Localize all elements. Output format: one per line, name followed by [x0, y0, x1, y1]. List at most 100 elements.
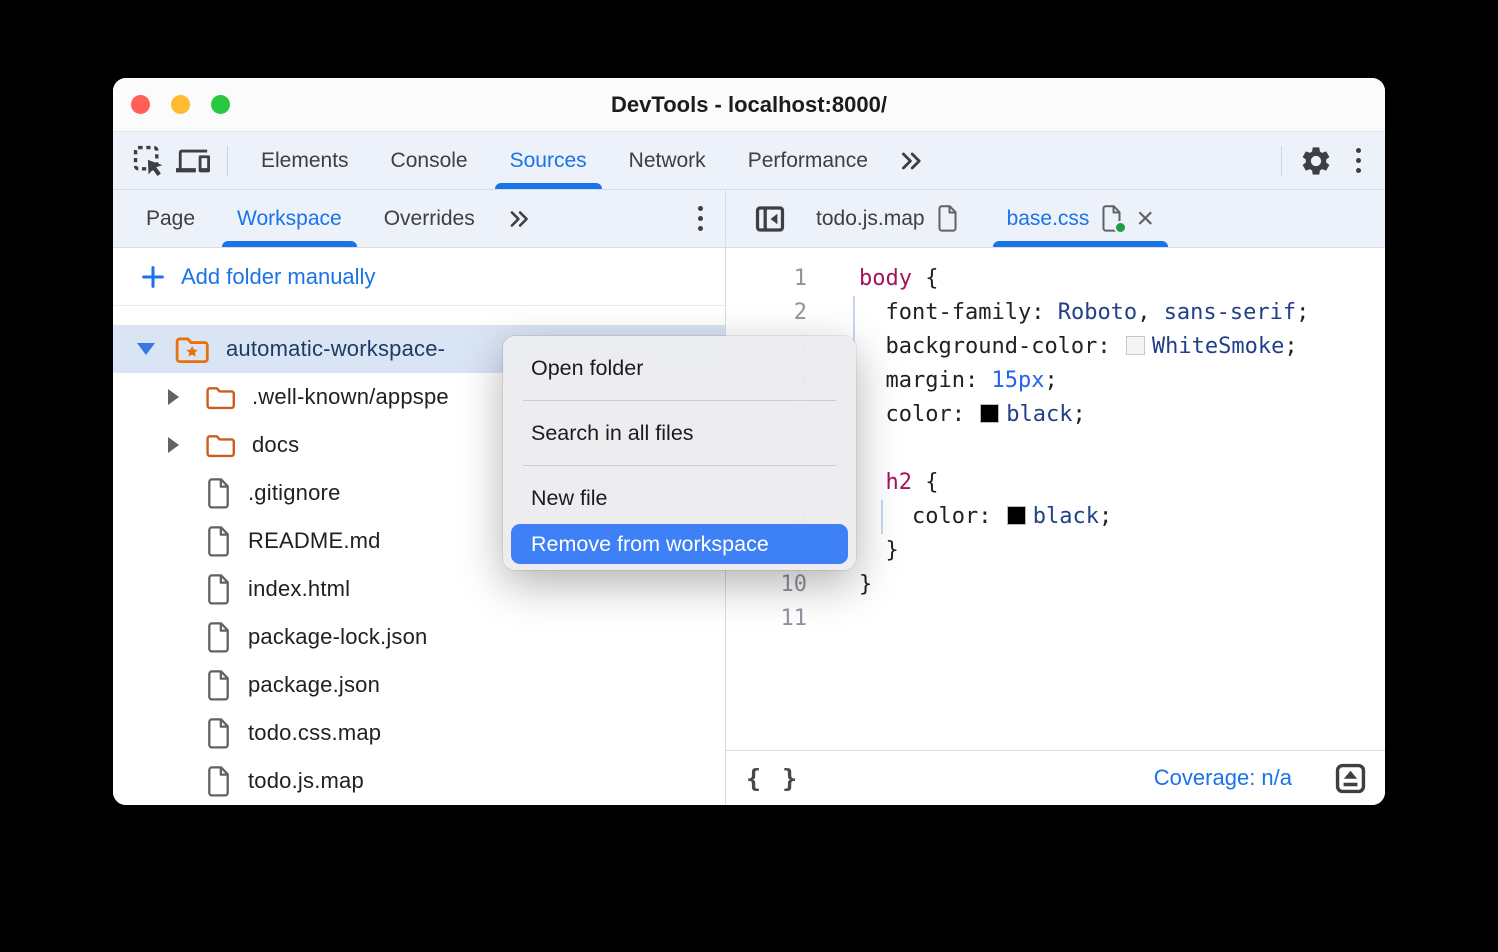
code-token: 15px — [991, 368, 1044, 393]
code-line[interactable]: } — [859, 534, 1385, 568]
editor-tab-base-css[interactable]: base.css × — [983, 190, 1178, 247]
color-swatch-black[interactable] — [1007, 506, 1026, 525]
chevron-collapsed-icon[interactable] — [168, 389, 205, 405]
tree-item-package-json[interactable]: package.json — [113, 661, 725, 709]
filesystem-synced-dot — [1114, 221, 1127, 234]
chevron-collapsed-icon[interactable] — [168, 437, 205, 453]
code-token: ; — [1296, 300, 1309, 325]
code-token: , — [1137, 300, 1164, 325]
editor-tabs: todo.js.map base.css × — [792, 190, 1178, 247]
file-icon — [205, 574, 232, 605]
code-token: : — [952, 402, 979, 427]
tree-item-index-html[interactable]: index.html — [113, 565, 725, 613]
line-number[interactable]: 2 — [726, 296, 807, 330]
editor-tab-strip: todo.js.map base.css × — [726, 190, 1385, 248]
more-panels-button[interactable] — [889, 139, 933, 183]
chevron-double-right-icon — [895, 147, 927, 175]
file-icon — [205, 670, 232, 701]
toolbar-tab-console[interactable]: Console — [370, 132, 489, 189]
document-icon — [936, 205, 959, 232]
code-line[interactable]: body { — [859, 262, 1385, 296]
chevron-expanded-icon[interactable] — [137, 343, 174, 355]
code-line[interactable]: h2 { — [859, 466, 1385, 500]
coverage-link[interactable]: Coverage: n/a — [1154, 765, 1292, 791]
gear-icon — [1299, 144, 1333, 178]
add-folder-button[interactable]: Add folder manually — [113, 248, 725, 306]
code-token: black — [1033, 504, 1099, 529]
sidebar-tab-strip: PageWorkspaceOverrides — [113, 190, 725, 248]
toolbar-tab-network[interactable]: Network — [608, 132, 727, 189]
code-line[interactable] — [859, 602, 1385, 636]
pretty-print-button[interactable]: { } — [746, 764, 800, 793]
code-token: ; — [1284, 334, 1297, 359]
code-token: : — [1097, 334, 1124, 359]
color-swatch-whitesmoke[interactable] — [1126, 336, 1145, 355]
editor-tab-label: base.css — [1007, 207, 1090, 231]
indent-guide — [881, 500, 883, 534]
eject-icon — [1332, 760, 1369, 797]
tree-item-todo-js-map[interactable]: todo.js.map — [113, 757, 725, 805]
triangle-right-icon — [168, 437, 179, 453]
hide-navigator-button[interactable] — [748, 197, 792, 241]
code-line[interactable] — [859, 432, 1385, 466]
device-toolbar-icon — [176, 144, 210, 178]
context-menu: Open folder Search in all files New fileRe… — [503, 336, 856, 570]
line-number[interactable]: 1 — [726, 262, 807, 296]
tree-item-label: .well-known/appspe — [252, 384, 449, 410]
code-line[interactable]: color: black; — [859, 398, 1385, 432]
triangle-down-icon — [137, 343, 155, 355]
code-token: } — [859, 572, 872, 597]
tree-item-label: package.json — [248, 672, 380, 698]
line-number[interactable]: 10 — [726, 568, 807, 602]
code-line[interactable]: background-color: WhiteSmoke; — [859, 330, 1385, 364]
menu-item-open-folder[interactable]: Open folder — [511, 342, 848, 394]
code-line[interactable]: font-family: Roboto, sans-serif; — [859, 296, 1385, 330]
code-token: background-color — [886, 334, 1098, 359]
devtools-window: DevTools - localhost:8000/ ElementsConso… — [113, 78, 1385, 805]
code-line[interactable]: color: black; — [859, 500, 1385, 534]
collapse-panel-icon — [753, 202, 787, 236]
code-line[interactable]: } — [859, 568, 1385, 602]
sidebar-menu-button[interactable] — [690, 198, 711, 239]
line-number[interactable]: 11 — [726, 602, 807, 636]
file-icon — [205, 718, 232, 749]
code-token: Roboto — [1058, 300, 1137, 325]
titlebar: DevTools - localhost:8000/ — [113, 78, 1385, 132]
tree-item-label: index.html — [248, 576, 350, 602]
settings-button[interactable] — [1294, 139, 1338, 183]
sidebar-tab-overrides[interactable]: Overrides — [363, 190, 496, 247]
sidebar-tab-workspace[interactable]: Workspace — [216, 190, 363, 247]
code-token: body — [859, 266, 912, 291]
main-menu-button[interactable] — [1348, 140, 1369, 181]
main-toolbar: ElementsConsoleSourcesNetworkPerformance — [113, 132, 1385, 190]
color-swatch-black[interactable] — [980, 404, 999, 423]
tree-item-package-lock-json[interactable]: package-lock.json — [113, 613, 725, 661]
show-drawer-button[interactable] — [1332, 760, 1369, 797]
sidebar-tab-page[interactable]: Page — [125, 190, 216, 247]
tree-item-label: README.md — [248, 528, 381, 554]
code-token — [859, 470, 886, 495]
editor-tab-todo-js-map[interactable]: todo.js.map — [792, 190, 983, 247]
code-line[interactable]: margin: 15px; — [859, 364, 1385, 398]
inspect-icon — [132, 144, 166, 178]
menu-item-search-in-all-files[interactable]: Search in all files — [511, 407, 848, 459]
menu-item-remove-from-workspace[interactable]: Remove from workspace — [511, 524, 848, 564]
code-token: : — [1031, 300, 1058, 325]
file-icon — [205, 766, 232, 797]
menu-divider — [523, 400, 836, 401]
file-icon — [205, 478, 232, 509]
editor-tab-label: todo.js.map — [816, 207, 925, 231]
more-sidebar-tabs-button[interactable] — [504, 206, 534, 232]
close-tab-icon[interactable]: × — [1136, 204, 1154, 234]
menu-divider — [523, 465, 836, 466]
toolbar-tab-elements[interactable]: Elements — [240, 132, 370, 189]
code-token: font-family — [886, 300, 1032, 325]
toolbar-tab-performance[interactable]: Performance — [727, 132, 889, 189]
inspect-element-button[interactable] — [127, 139, 171, 183]
code-content[interactable]: body { font-family: Roboto, sans-serif; … — [807, 248, 1385, 750]
toolbar-tab-sources[interactable]: Sources — [489, 132, 608, 189]
toolbar-separator — [227, 146, 228, 176]
toggle-device-toolbar-button[interactable] — [171, 139, 215, 183]
menu-item-new-file[interactable]: New file — [511, 472, 848, 524]
tree-item-todo-css-map[interactable]: todo.css.map — [113, 709, 725, 757]
